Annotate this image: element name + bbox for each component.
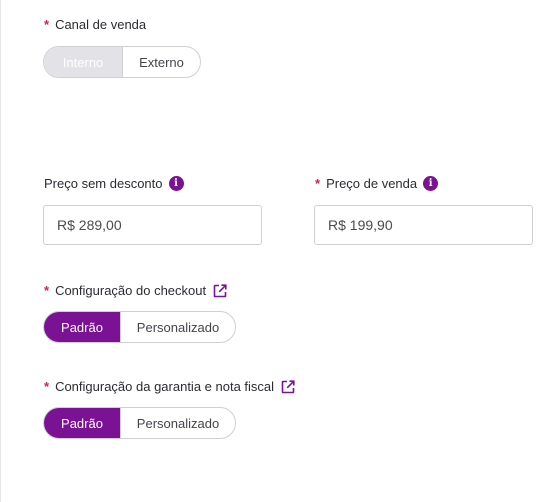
sales-channel-label: * Canal de venda	[44, 17, 146, 32]
checkout-option-personalizado[interactable]: Personalizado	[120, 312, 235, 342]
required-mark: *	[44, 379, 50, 394]
warranty-config-toggle[interactable]: Padrão Personalizado	[43, 407, 236, 439]
external-link-icon[interactable]	[281, 379, 295, 394]
panel-left-border	[0, 0, 1, 502]
warranty-option-padrao[interactable]: Padrão	[44, 408, 120, 438]
warranty-option-personalizado[interactable]: Personalizado	[120, 408, 235, 438]
price-no-discount-label: Preço sem desconto i	[44, 176, 184, 191]
info-icon[interactable]: i	[168, 176, 184, 191]
required-mark: *	[44, 283, 50, 298]
info-icon[interactable]: i	[423, 176, 439, 191]
price-no-discount-label-text: Preço sem desconto	[44, 176, 163, 191]
required-mark: *	[315, 176, 321, 191]
checkout-option-padrao[interactable]: Padrão	[44, 312, 120, 342]
sales-channel-option-interno[interactable]: Interno	[44, 47, 122, 77]
sales-channel-label-text: Canal de venda	[55, 17, 147, 32]
price-no-discount-input[interactable]: R$ 289,00	[43, 205, 262, 245]
sale-price-input[interactable]: R$ 199,90	[314, 205, 533, 245]
warranty-config-label: * Configuração da garantia e nota fiscal	[44, 379, 295, 394]
sale-price-label-text: Preço de venda	[326, 176, 418, 191]
sales-channel-toggle[interactable]: Interno Externo	[43, 46, 201, 78]
checkout-config-label: * Configuração do checkout	[44, 283, 227, 298]
checkout-config-toggle[interactable]: Padrão Personalizado	[43, 311, 236, 343]
external-link-icon[interactable]	[213, 283, 227, 298]
required-mark: *	[44, 17, 50, 32]
sales-channel-option-externo[interactable]: Externo	[122, 47, 200, 77]
sale-price-label: * Preço de venda i	[315, 176, 439, 191]
warranty-config-label-text: Configuração da garantia e nota fiscal	[55, 379, 275, 394]
checkout-config-label-text: Configuração do checkout	[55, 283, 207, 298]
